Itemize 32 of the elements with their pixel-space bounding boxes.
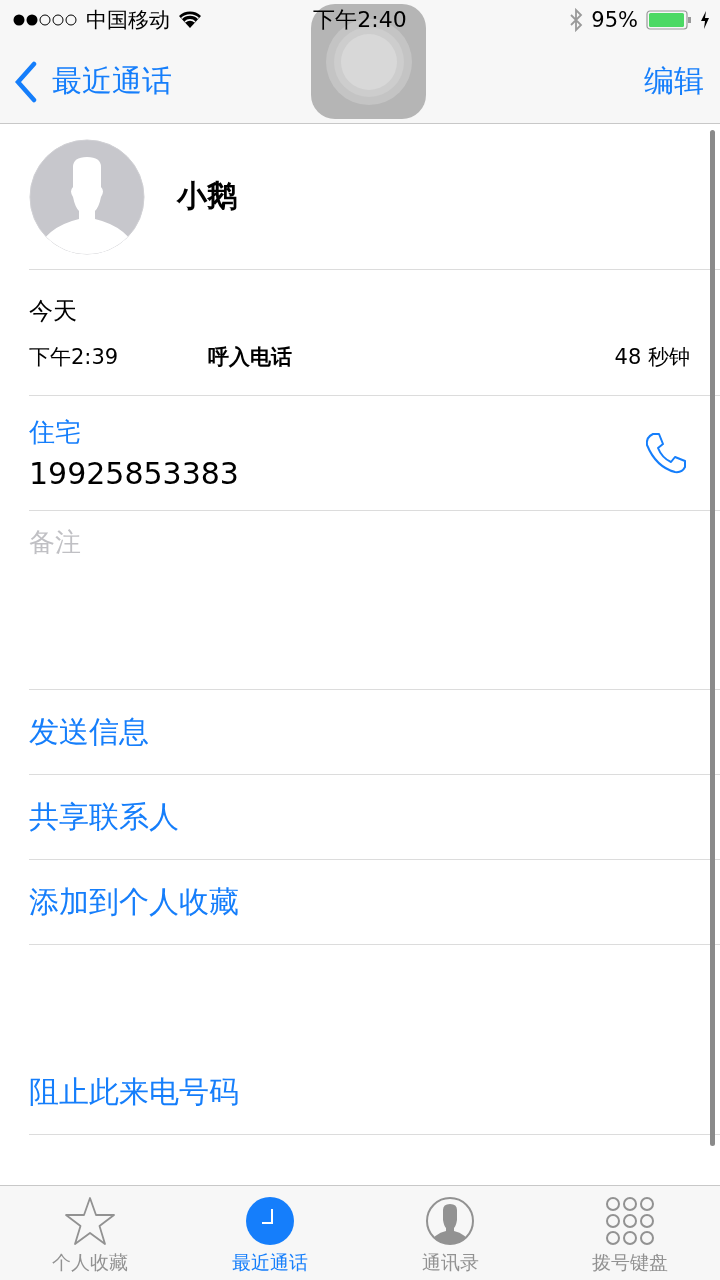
signal-icon [12, 13, 78, 27]
action-link[interactable]: 发送信息 [29, 711, 149, 753]
back-button[interactable]: 最近通话 [14, 60, 172, 103]
status-time: 下午2:40 [312, 6, 408, 34]
phone-number[interactable]: 19925853383 [29, 456, 239, 491]
action-link[interactable]: 添加到个人收藏 [29, 881, 239, 923]
call-type: 呼入电话 [208, 343, 293, 371]
carrier-name: 中国移动 [86, 7, 170, 34]
back-icon [14, 60, 38, 103]
block-link[interactable]: 阻止此来电号码 [29, 1071, 239, 1113]
tab-item[interactable]: 个人收藏 [0, 1186, 180, 1280]
avatar-icon [29, 138, 145, 255]
tab-item[interactable]: 拨号键盘 [540, 1186, 720, 1280]
call-duration: 48 秒钟 [614, 343, 690, 371]
clock-icon [245, 1196, 295, 1246]
call-date: 今天 [29, 295, 78, 327]
contact-icon [425, 1196, 475, 1246]
bluetooth-icon [569, 8, 584, 32]
battery-percent: 95% [591, 8, 638, 32]
phone-icon[interactable] [644, 431, 688, 475]
wifi-icon [178, 11, 202, 29]
tab-item[interactable]: 最近通话 [180, 1186, 360, 1280]
tab-item[interactable]: 通讯录 [360, 1186, 540, 1280]
keypad-icon [605, 1196, 655, 1246]
star-icon [64, 1196, 116, 1246]
assistive-touch-button[interactable] [311, 4, 426, 119]
battery-icon [646, 10, 692, 30]
contact-name: 小鹅 [177, 177, 237, 215]
action-link[interactable]: 共享联系人 [29, 796, 179, 838]
call-time: 下午2:39 [29, 343, 120, 371]
edit-button[interactable]: 编辑 [644, 61, 704, 102]
phone-label: 住宅 [29, 416, 82, 449]
